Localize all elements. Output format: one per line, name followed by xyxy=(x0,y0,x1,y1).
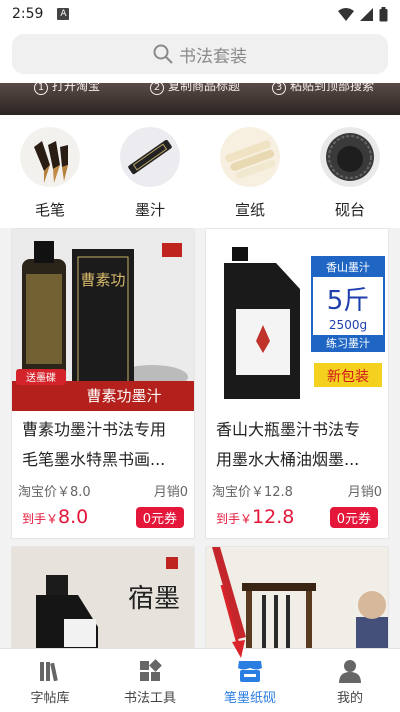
annotation-arrow xyxy=(220,584,245,658)
